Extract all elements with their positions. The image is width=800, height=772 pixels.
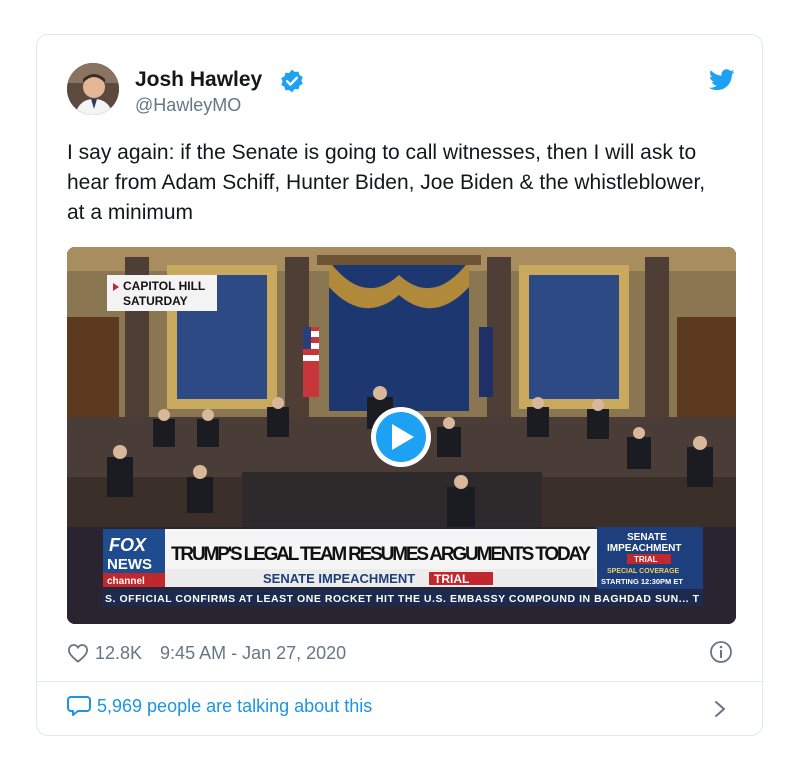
conversation-text: 5,969 people are talking about this [97,695,373,716]
play-icon[interactable] [371,407,431,467]
timestamp[interactable]: 9:45 AM - Jan 27, 2020 [160,643,346,664]
side-line5: STARTING 12:30PM ET [601,577,683,586]
side-line1: SENATE [627,532,667,543]
info-icon[interactable] [709,640,733,664]
avatar-photo [67,63,119,115]
divider [37,681,762,682]
author-handle[interactable]: @HawleyMO [135,95,241,116]
side-line4: SPECIAL COVERAGE [607,568,680,575]
video-player[interactable]: CAPITOL HILL SATURDAY FOX NEWS channel T… [67,247,736,624]
corner-tag-line1: CAPITOL HILL [123,279,205,293]
avatar[interactable] [67,63,119,115]
tweet-meta: 12.8K 9:45 AM - Jan 27, 2020 [67,639,346,667]
ticker-text: S. OFFICIAL CONFIRMS AT LEAST ONE ROCKET… [105,593,700,605]
subheadline-b: TRIAL [434,572,469,586]
author-name[interactable]: Josh Hawley [135,68,262,92]
network-line3: channel [107,576,145,587]
twitter-bird-icon[interactable] [709,69,735,91]
corner-tag-line2: SATURDAY [123,294,188,308]
verified-badge-icon [281,69,303,93]
tweet-text: I say again: if the Senate is going to c… [67,141,706,224]
network-line1: FOX [109,535,147,555]
network-line2: NEWS [107,556,152,573]
subheadline-a: SENATE IMPEACHMENT [263,571,415,586]
heart-icon[interactable] [67,643,89,663]
side-line2: IMPEACHMENT [607,543,681,554]
like-count[interactable]: 12.8K [95,643,142,664]
video-frame: CAPITOL HILL SATURDAY FOX NEWS channel T… [67,247,736,624]
conversation-link[interactable]: 5,969 people are talking about this [67,695,372,717]
tweet-card: Josh Hawley @HawleyMO I say again: if th… [36,34,763,736]
chevron-right-icon[interactable] [713,699,727,719]
speech-bubble-icon [67,696,91,716]
headline-text: TRUMP'S LEGAL TEAM RESUMES ARGUMENTS TOD… [171,544,591,565]
side-line3: TRIAL [634,555,658,564]
